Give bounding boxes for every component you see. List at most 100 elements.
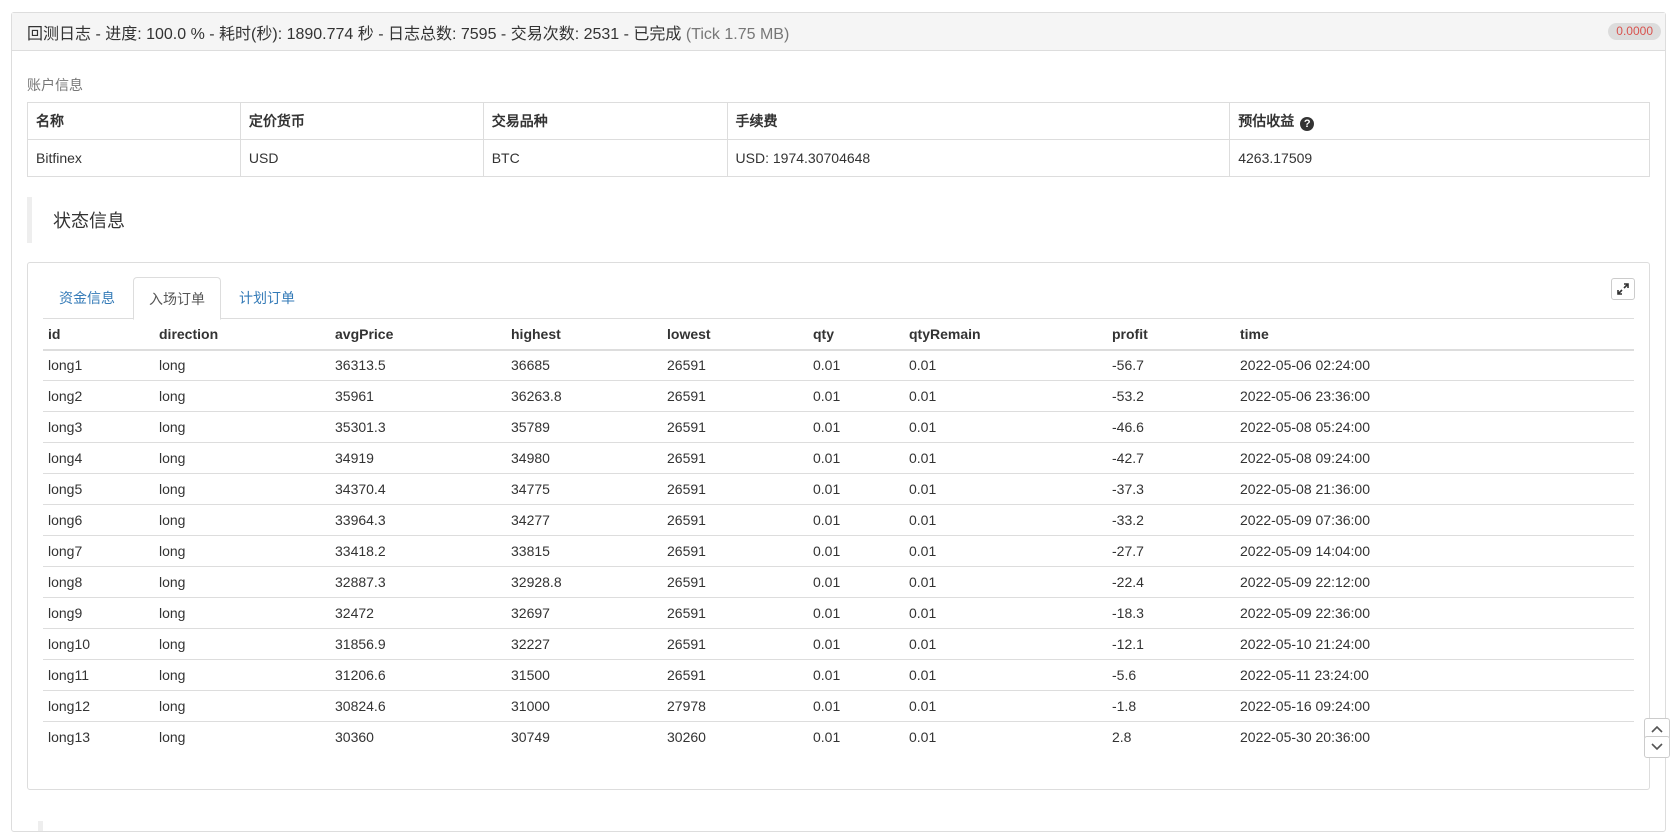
account-name: Bitfinex bbox=[27, 139, 241, 177]
table-row: long1 long 36313.5 36685 26591 0.01 0.01 -56.7 2… bbox=[43, 349, 1634, 381]
account-col-profit-label: 预估收益 bbox=[1238, 113, 1295, 129]
orders-col-direction: direction bbox=[154, 318, 330, 351]
cell-lowest: 26591 bbox=[662, 473, 808, 505]
cell-qty: 0.01 bbox=[808, 535, 904, 567]
cell-profit: -46.6 bbox=[1107, 411, 1235, 443]
cell-qtyremain: 0.01 bbox=[904, 566, 1107, 598]
cell-id: long6 bbox=[43, 504, 154, 536]
cell-highest: 31500 bbox=[506, 659, 662, 691]
cell-avgprice: 30360 bbox=[335, 729, 374, 746]
cell-time: 2022-05-10 21:24:00 bbox=[1235, 628, 1634, 660]
cell-time: 2022-05-09 22:36:00 bbox=[1235, 597, 1634, 629]
orders-col-lowest: lowest bbox=[662, 318, 808, 351]
account-table: 名称 定价货币 交易品种 手续费 预估收益? Bitfinex USD BTC … bbox=[27, 102, 1650, 177]
cell-highest: 33815 bbox=[506, 535, 662, 567]
chevron-up-icon bbox=[1651, 725, 1663, 733]
cell-qtyremain: 0.01 bbox=[904, 628, 1107, 660]
tab-planned-orders[interactable]: 计划订单 bbox=[223, 277, 311, 319]
cell-direction: long bbox=[154, 380, 330, 412]
cell-qtyremain: 0.01 bbox=[904, 442, 1107, 474]
account-symbol: BTC bbox=[482, 139, 728, 177]
cell-avgprice: 32472 bbox=[330, 597, 506, 629]
orders-col-avgprice: avgPrice bbox=[330, 318, 506, 351]
cell-avgprice: 33418.2 bbox=[330, 535, 506, 567]
cell-highest: 32227 bbox=[506, 628, 662, 660]
table-row: long13 long 30360 30749 30260 0.01 0.01 2.8 2022… bbox=[43, 722, 1634, 753]
cell-qtyremain: 0.01 bbox=[904, 659, 1107, 691]
cell-id: long1 bbox=[43, 349, 154, 381]
cell-profit: -42.7 bbox=[1107, 442, 1235, 474]
tab-entry-orders[interactable]: 入场订单 bbox=[133, 277, 221, 320]
cell-id: long13 bbox=[48, 729, 91, 746]
cell-id: long8 bbox=[43, 566, 154, 598]
cell-id: long10 bbox=[43, 628, 154, 660]
account-section-label: 账户信息 bbox=[27, 77, 83, 93]
status-section: 状态信息 bbox=[27, 197, 427, 243]
cell-id: long11 bbox=[43, 659, 154, 691]
cell-qty: 0.01 bbox=[808, 349, 904, 381]
orders-col-qtyremain: qtyRemain bbox=[904, 318, 1107, 351]
orders-col-id: id bbox=[43, 318, 154, 351]
cell-qty: 0.01 bbox=[808, 659, 904, 691]
cell-qtyremain: 0.01 bbox=[909, 729, 937, 746]
expand-icon bbox=[1617, 283, 1629, 295]
cell-direction: long bbox=[154, 628, 330, 660]
cell-qty: 0.01 bbox=[808, 690, 904, 722]
cell-id: long5 bbox=[43, 473, 154, 505]
orders-col-time: time bbox=[1235, 318, 1634, 351]
cell-profit: -1.8 bbox=[1107, 690, 1235, 722]
cell-lowest: 26591 bbox=[662, 597, 808, 629]
cell-lowest: 26591 bbox=[662, 442, 808, 474]
table-row: long5 long 34370.4 34775 26591 0.01 0.01 -37.3 2… bbox=[43, 473, 1634, 505]
cell-highest: 30749 bbox=[511, 729, 550, 746]
entry-orders-table: id direction avgPrice highest lowest qty qtyRe… bbox=[43, 318, 1634, 753]
cell-lowest: 26591 bbox=[662, 659, 808, 691]
cell-profit: -27.7 bbox=[1107, 535, 1235, 567]
cell-qtyremain: 0.01 bbox=[904, 473, 1107, 505]
account-fee: USD: 1974.30704648 bbox=[726, 139, 1231, 177]
backtest-log-panel: 回测日志 - 进度: 100.0 % - 耗时(秒): 1890.774 秒 -… bbox=[11, 12, 1666, 832]
cell-profit: -5.6 bbox=[1107, 659, 1235, 691]
scroll-down-button[interactable] bbox=[1644, 736, 1670, 758]
cell-highest: 36685 bbox=[506, 349, 662, 381]
cell-avgprice: 35961 bbox=[330, 380, 506, 412]
cell-lowest: 26591 bbox=[662, 535, 808, 567]
account-estimated-profit: 4263.17509 bbox=[1229, 139, 1650, 177]
cell-time: 2022-05-11 23:24:00 bbox=[1235, 659, 1634, 691]
table-row: long2 long 35961 36263.8 26591 0.01 0.01 -53.2 2… bbox=[43, 380, 1634, 412]
cell-lowest: 26591 bbox=[662, 349, 808, 381]
cell-direction: long bbox=[154, 597, 330, 629]
status-title: 状态信息 bbox=[53, 211, 125, 231]
expand-button[interactable] bbox=[1611, 278, 1635, 300]
cell-qty: 0.01 bbox=[808, 597, 904, 629]
cell-id: long4 bbox=[43, 442, 154, 474]
table-row: long10 long 31856.9 32227 26591 0.01 0.01 -12.1… bbox=[43, 628, 1634, 660]
account-data-row: Bitfinex USD BTC USD: 1974.30704648 4263… bbox=[27, 139, 1650, 177]
cell-avgprice: 31206.6 bbox=[330, 659, 506, 691]
cell-avgprice: 36313.5 bbox=[330, 349, 506, 381]
cell-qty: 0.01 bbox=[808, 566, 904, 598]
cell-highest: 34980 bbox=[506, 442, 662, 474]
cell-time: 2022-05-09 14:04:00 bbox=[1235, 535, 1634, 567]
cell-time: 2022-05-06 23:36:00 bbox=[1235, 380, 1634, 412]
cell-qtyremain: 0.01 bbox=[904, 349, 1107, 381]
cell-time: 2022-05-09 07:36:00 bbox=[1235, 504, 1634, 536]
question-circle-icon[interactable]: ? bbox=[1300, 117, 1315, 131]
cell-qty: 0.01 bbox=[808, 442, 904, 474]
cell-avgprice: 35301.3 bbox=[330, 411, 506, 443]
account-currency: USD bbox=[239, 139, 484, 177]
tab-funds-info[interactable]: 资金信息 bbox=[43, 277, 131, 319]
cell-direction: long bbox=[154, 690, 330, 722]
cell-direction: long bbox=[154, 442, 330, 474]
cell-profit: -22.4 bbox=[1107, 566, 1235, 598]
cell-direction: long bbox=[154, 411, 330, 443]
cell-lowest: 26591 bbox=[662, 566, 808, 598]
cell-id: long12 bbox=[43, 690, 154, 722]
status-tabs-panel: 资金信息 入场订单 计划订单 id direction avgPrice highes… bbox=[27, 262, 1650, 790]
cell-avgprice: 31856.9 bbox=[330, 628, 506, 660]
account-col-currency: 定价货币 bbox=[239, 102, 484, 140]
cell-profit: -12.1 bbox=[1107, 628, 1235, 660]
cell-profit: -33.2 bbox=[1107, 504, 1235, 536]
cell-avgprice: 34919 bbox=[330, 442, 506, 474]
cell-lowest: 26591 bbox=[662, 504, 808, 536]
